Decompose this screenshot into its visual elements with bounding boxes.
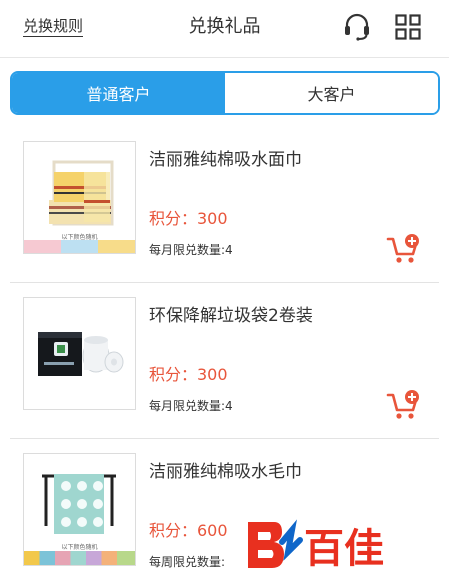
product-points: 积分：600 — [149, 521, 228, 540]
customer-type-tabs: 普通客户 大客户 — [10, 71, 440, 115]
color-swatch-pink — [24, 240, 61, 253]
product-name: 洁丽雅纯棉吸水面巾 — [149, 150, 302, 170]
product-limit: 每周限兑数量: — [149, 555, 226, 569]
product-image-bath-towel: 以下颜色随机 — [23, 453, 136, 566]
image-caption: 以下颜色随机 — [61, 544, 98, 551]
top-bar: 兑换规则 兑换礼品 — [0, 0, 449, 58]
product-image-trash-bags — [23, 297, 136, 410]
watermark: 百佳 — [230, 512, 427, 578]
page-title: 兑换礼品 — [188, 16, 261, 37]
headset-icon[interactable] — [343, 12, 371, 42]
product-item[interactable]: 以下颜色随机 洁丽雅纯棉吸水面巾 积分：300 每月限兑数量:4 — [0, 127, 449, 283]
product-image-towel: 以下颜色随机 — [23, 141, 136, 254]
tab-major-customer[interactable]: 大客户 — [225, 73, 438, 113]
grid-menu-icon[interactable] — [395, 14, 421, 40]
add-to-cart-icon[interactable] — [386, 389, 422, 421]
baijia-logo: 百佳 — [248, 519, 384, 572]
tab-regular-customer[interactable]: 普通客户 — [12, 73, 225, 113]
color-swatch-blue — [61, 240, 98, 253]
add-to-cart-icon[interactable] — [386, 233, 422, 265]
svg-text:百佳: 百佳 — [304, 526, 384, 572]
product-points: 积分：300 — [149, 365, 228, 384]
product-points: 积分：300 — [149, 209, 228, 228]
color-swatch-strip — [24, 551, 135, 565]
product-item[interactable]: 环保降解垃圾袋2卷装 积分：300 每月限兑数量:4 — [0, 283, 449, 439]
product-limit: 每月限兑数量:4 — [149, 243, 233, 257]
product-limit: 每月限兑数量:4 — [149, 399, 233, 413]
product-name: 环保降解垃圾袋2卷装 — [149, 306, 313, 326]
product-name: 洁丽雅纯棉吸水毛巾 — [149, 462, 302, 482]
color-swatch-yellow — [98, 240, 135, 253]
trash-bag-image — [38, 332, 124, 376]
